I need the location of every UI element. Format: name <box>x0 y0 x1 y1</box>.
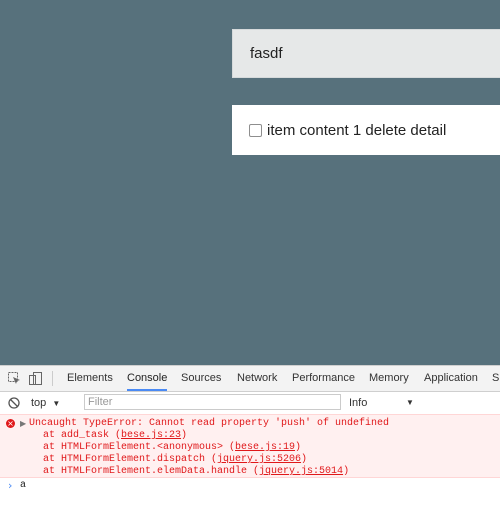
todo-item: item content 1 delete detail <box>232 105 500 155</box>
toolbar-divider <box>52 371 53 386</box>
stack-line: at HTMLFormElement.dispatch (jquery.js:5… <box>43 454 307 466</box>
tab-performance[interactable]: Performance <box>292 366 355 391</box>
stack-line-suffix: ) <box>343 466 350 477</box>
task-input-value: fasdf <box>250 45 283 62</box>
prompt-chevron-icon: › <box>8 479 13 492</box>
app-page: fasdf item content 1 delete detail <box>0 0 500 365</box>
tab-memory[interactable]: Memory <box>369 366 409 391</box>
stack-line-text: at add_task ( <box>43 430 122 441</box>
tab-overflow[interactable]: S <box>492 366 499 391</box>
stack-source-link[interactable]: jquery.js:5206 <box>217 454 301 465</box>
console-error-message: × ▶ Uncaught TypeError: Cannot read prop… <box>0 414 500 478</box>
log-level-dropdown-icon: ▼ <box>406 398 414 407</box>
stack-line-text: at HTMLFormElement.<anonymous> ( <box>43 442 236 453</box>
stack-line-text: at HTMLFormElement.elemData.handle ( <box>43 466 260 477</box>
tab-network[interactable]: Network <box>237 366 277 391</box>
console-filterbar: top ▼ Filter Info ▼ <box>0 392 500 415</box>
console-filter-input[interactable]: Filter <box>84 394 341 410</box>
context-select-value: top <box>31 397 47 409</box>
stack-line: at HTMLFormElement.elemData.handle (jque… <box>43 466 349 478</box>
stack-source-link[interactable]: jquery.js:5014 <box>259 466 343 477</box>
error-icon: × <box>6 419 15 428</box>
stack-line-suffix: ) <box>181 430 188 441</box>
console-input-value: a <box>20 480 27 491</box>
filter-placeholder: Filter <box>88 396 113 408</box>
context-dropdown-icon: ▼ <box>52 399 61 408</box>
tab-elements[interactable]: Elements <box>67 366 113 391</box>
devtools-tabbar: Elements Console Sources Network Perform… <box>0 366 500 392</box>
context-select[interactable]: top ▼ <box>31 395 60 411</box>
todo-text: item content 1 delete detail <box>267 121 447 139</box>
todo-checkbox[interactable] <box>249 123 262 137</box>
stack-line-text: at HTMLFormElement.dispatch ( <box>43 454 218 465</box>
tab-console[interactable]: Console <box>127 366 168 391</box>
log-level-value: Info <box>349 397 368 409</box>
log-level-select[interactable]: Info ▼ <box>349 395 419 411</box>
devtools-panel: Elements Console Sources Network Perform… <box>0 365 500 524</box>
stack-line-suffix: ) <box>301 454 308 465</box>
clear-console-icon[interactable] <box>8 397 20 409</box>
expand-stack-icon[interactable]: ▶ <box>20 419 26 429</box>
stack-source-link[interactable]: bese.js:23 <box>121 430 181 441</box>
stack-source-link[interactable]: bese.js:19 <box>235 442 295 453</box>
stack-line-suffix: ) <box>295 442 302 453</box>
tab-application[interactable]: Application <box>424 366 478 391</box>
inspect-element-icon[interactable] <box>8 372 21 385</box>
console-prompt[interactable]: › a <box>0 478 500 494</box>
stack-line: at add_task (bese.js:23) <box>43 430 187 442</box>
task-input[interactable]: fasdf <box>232 29 500 78</box>
stack-line: at HTMLFormElement.<anonymous> (bese.js:… <box>43 442 301 454</box>
error-text: Uncaught TypeError: Cannot read property… <box>29 418 390 429</box>
tab-sources[interactable]: Sources <box>181 366 221 391</box>
device-toolbar-icon[interactable] <box>29 372 42 385</box>
